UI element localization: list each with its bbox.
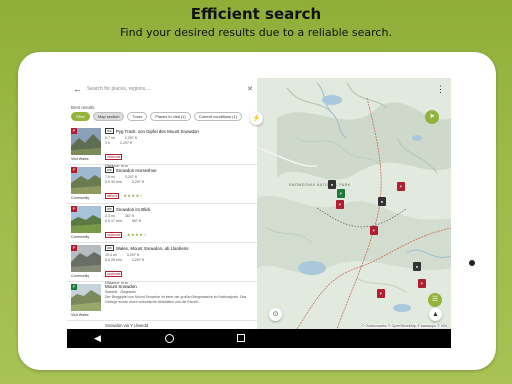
badge: WK — [105, 167, 114, 173]
map-marker[interactable]: P — [397, 182, 405, 191]
results-list: P Visit Wales WK Pyg Track: von Gipfel de… — [67, 126, 257, 333]
app-screen: ← Search for places, regions,... ✕ Best … — [67, 78, 451, 348]
rating-stars: ★★★★☆ — [123, 193, 144, 198]
distance: 2.3 mi — [105, 213, 115, 218]
map-attribution: © Outdooractive © OpenStreetMap © swisst… — [361, 324, 447, 328]
route-icon[interactable]: ⚡ — [250, 112, 263, 125]
compass-icon[interactable]: ▲ — [429, 308, 442, 321]
item-title: Mount Snowdon — [105, 284, 137, 289]
map-marker[interactable]: P — [418, 279, 426, 288]
list-item[interactable]: P Visit Wales WK Pyg Track: von Gipfel de… — [67, 126, 257, 168]
difficulty-badge: moderate — [105, 271, 123, 277]
chip-places[interactable]: Places to visit (1) — [150, 112, 191, 121]
list-item[interactable]: P Visit Wales Mount Snowdon Summit · Gwy… — [67, 282, 257, 321]
list-item[interactable]: P Community WK Snowdon im Blick 2.3 mi 367… — [67, 204, 257, 243]
ascent: 367 ft — [124, 213, 134, 218]
list-item[interactable]: P Community WK Snowdon Horseshoe 7.6 mi 3,… — [67, 165, 257, 204]
close-icon[interactable]: ✕ — [247, 85, 253, 93]
more-vert-icon[interactable]: ⋮ — [436, 84, 445, 95]
pin-icon: P — [71, 167, 77, 173]
map-label: SNOWDONIA NATIONAL PARK — [289, 183, 351, 187]
distance: 10.4 mi — [105, 252, 117, 257]
promo-subtitle: Find your desired results due to a relia… — [120, 26, 392, 39]
descent: 3,297 ft — [131, 180, 144, 184]
home-nav-icon[interactable] — [165, 334, 174, 343]
layers-icon[interactable]: ☰ — [428, 293, 442, 307]
map-marker[interactable]: P — [336, 200, 344, 209]
filter-chips: Filter Map section Tours Places to visit… — [71, 112, 257, 122]
item-subtitle: Summit · Gwynedd — [105, 290, 136, 294]
pin-icon: P — [71, 206, 77, 212]
map-marker[interactable]: ● — [328, 180, 336, 189]
rating-stars: ★★★★☆ — [126, 232, 148, 237]
duration: 5 h 30 min — [105, 180, 122, 184]
distance: 7.6 mi — [105, 174, 115, 179]
ascent: 2,297 ft — [124, 135, 137, 140]
author: Community — [71, 235, 90, 239]
map-terrain — [257, 78, 451, 329]
search-input[interactable]: Search for places, regions,... — [87, 86, 247, 92]
chip-filter[interactable]: Filter — [71, 112, 90, 121]
system-nav-bar: ◀ — [67, 329, 451, 348]
descent: 3,297 ft — [131, 258, 144, 262]
pin-icon: P — [71, 284, 77, 290]
author: Community — [71, 196, 90, 200]
duration: 3 h — [105, 141, 110, 145]
item-description: Der Berggipfel von Mount Snowdon ist ein… — [105, 295, 247, 304]
camera-dot — [469, 260, 475, 266]
item-title: Snowdon via Y Lliwedd — [105, 323, 149, 328]
author: Visit Wales — [71, 157, 89, 161]
item-title: Snowdon im Blick — [115, 206, 151, 212]
pin-icon: P — [71, 128, 77, 134]
badge: WK — [105, 128, 114, 134]
my-location-icon[interactable]: ⊙ — [269, 308, 282, 321]
duration: 0 h 17 min — [105, 219, 122, 223]
pin-icon: P — [71, 245, 77, 251]
arrow-left-icon[interactable]: ← — [73, 84, 83, 94]
ascent: 3,297 ft — [124, 174, 137, 179]
promo-title: Efficient search — [190, 5, 322, 23]
badge: WK — [105, 206, 114, 212]
difficulty-badge: moderate — [105, 232, 123, 238]
item-title: Wales, Mount Snowdon, ab Llanberis — [115, 245, 189, 251]
chip-conditions[interactable]: Current conditions (1) — [193, 112, 243, 121]
descent: 2,297 ft — [120, 141, 132, 145]
difficulty-badge: difficult — [105, 193, 119, 199]
list-item[interactable]: P Community WK Wales, Mount Snowdon, ab L… — [67, 243, 257, 285]
search-bar[interactable]: ← Search for places, regions,... ✕ — [67, 78, 257, 100]
item-title: Snowdon Horseshoe — [115, 167, 157, 173]
descent: 367 ft — [131, 219, 141, 223]
best-results-label: Best results — [71, 105, 95, 110]
chip-map-section[interactable]: Map section — [92, 112, 125, 121]
map-marker[interactable]: P — [370, 226, 378, 235]
recents-nav-icon[interactable] — [237, 334, 245, 342]
badge: WK — [105, 245, 114, 251]
author: Community — [71, 274, 90, 278]
back-nav-icon[interactable]: ◀ — [94, 333, 101, 344]
difficulty-badge: moderate — [105, 154, 123, 160]
ascent: 3,297 ft — [126, 252, 139, 257]
map-marker[interactable]: ● — [378, 197, 386, 206]
duration: 5 h 25 min — [105, 258, 122, 262]
distance: 6.7 mi — [105, 135, 115, 140]
map-view[interactable]: SNOWDONIA NATIONAL PARK P ● P P ● P ● P … — [257, 78, 451, 329]
author: Visit Wales — [71, 313, 89, 317]
navigation-icon[interactable]: ➤ — [425, 110, 439, 124]
map-marker[interactable]: ● — [413, 262, 421, 271]
item-title: Pyg Track: von Gipfel des Mount Snowdon — [115, 128, 199, 134]
map-marker[interactable]: P — [377, 289, 385, 298]
chip-tours[interactable]: Tours — [127, 112, 148, 121]
map-marker[interactable]: P — [337, 189, 345, 198]
